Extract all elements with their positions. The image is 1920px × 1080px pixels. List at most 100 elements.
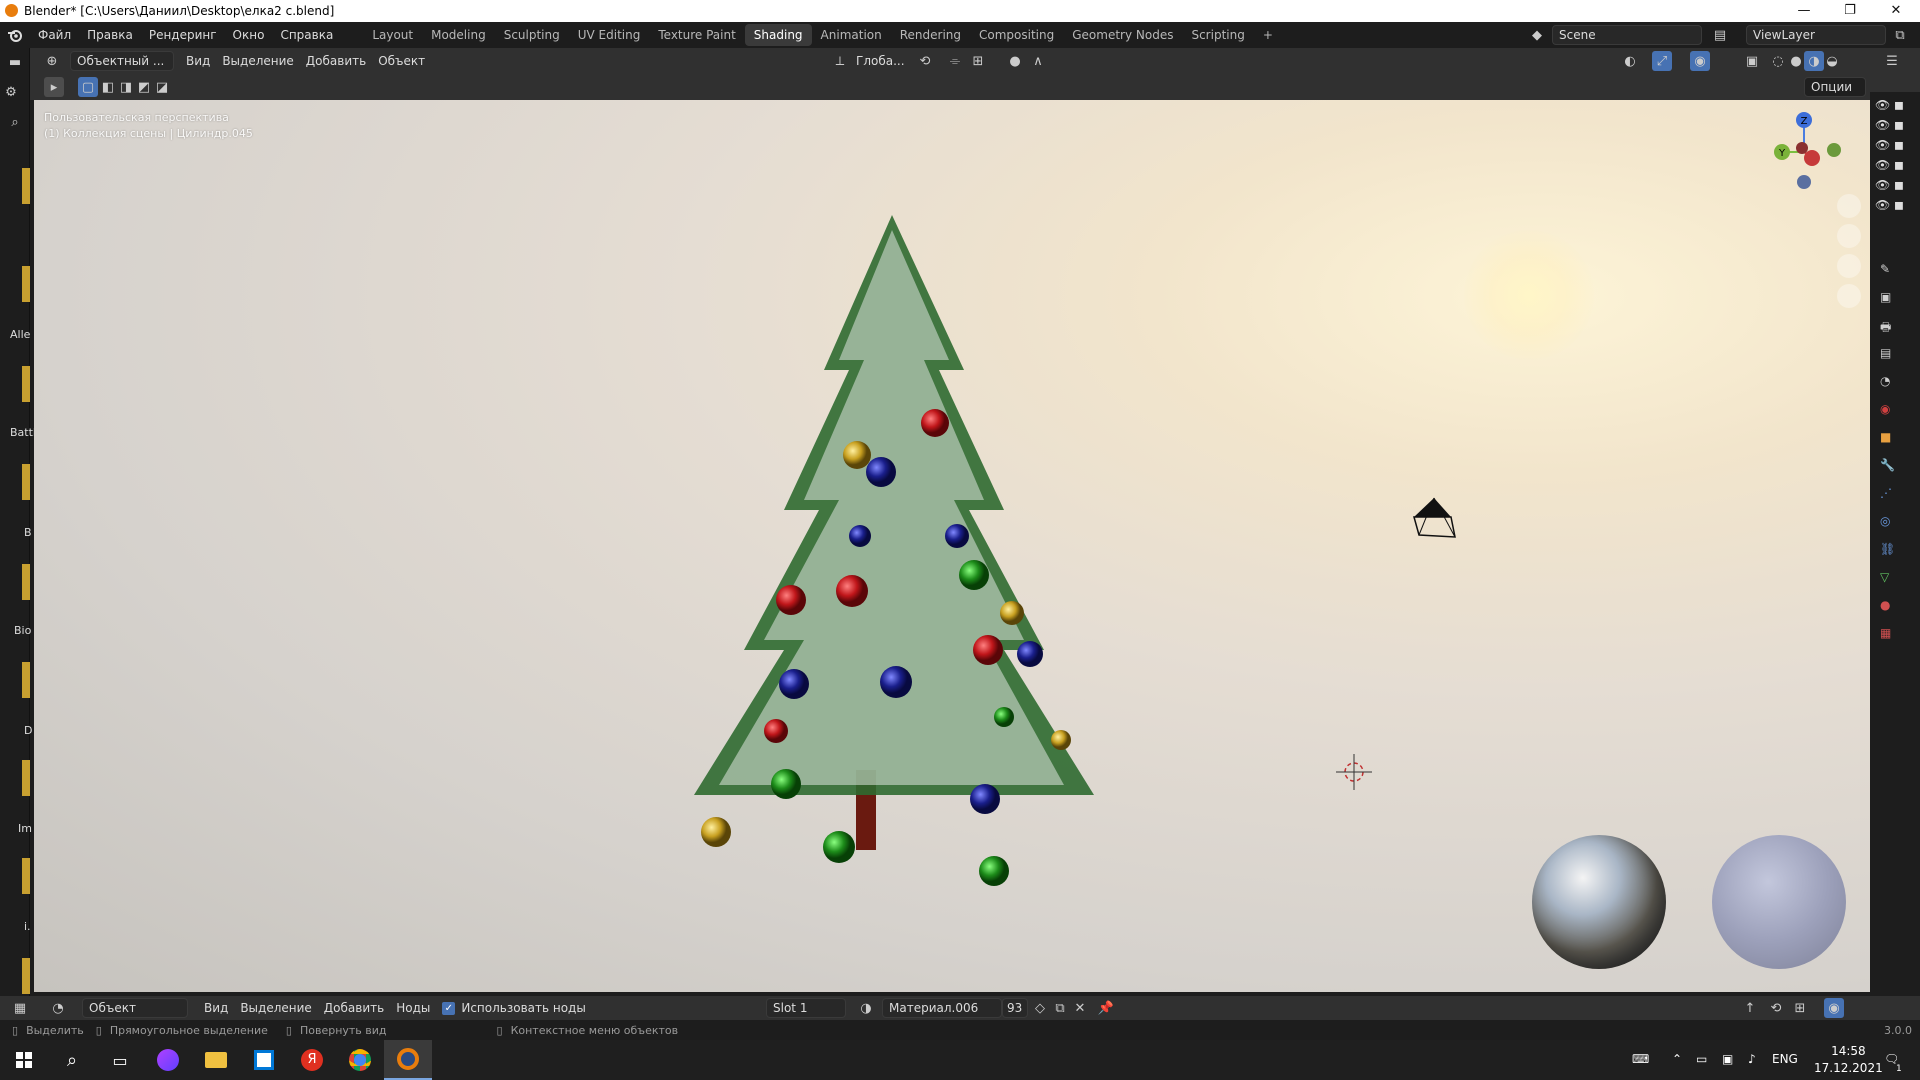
menu-help[interactable]: Справка — [272, 24, 341, 46]
layer-copy-icon[interactable]: ⧉ — [1890, 25, 1910, 45]
use-nodes-checkbox[interactable]: ✓ — [442, 1001, 456, 1015]
thumbnail-1[interactable] — [22, 168, 30, 204]
editor-toggle-icon[interactable]: ☰ — [1882, 51, 1902, 71]
tab-uv-editing[interactable]: UV Editing — [569, 24, 650, 46]
select-tool-icon[interactable]: ▸ — [44, 77, 64, 97]
pin-icon[interactable]: 📌 — [1096, 998, 1116, 1018]
menu-render[interactable]: Рендеринг — [141, 24, 225, 46]
shader-editor-type-icon[interactable]: ▦ — [10, 998, 30, 1018]
scene-icon[interactable]: ◆ — [1526, 25, 1548, 45]
search-icon[interactable]: ⌕ — [5, 112, 25, 132]
perspective-toggle-icon[interactable] — [1837, 284, 1861, 308]
material-tab-icon[interactable]: ● — [1880, 598, 1910, 626]
visibility-icon[interactable]: ◐ — [1620, 51, 1640, 71]
slot-selector[interactable]: Slot 1 — [766, 998, 846, 1018]
modifier-tab-icon[interactable]: 🔧 — [1880, 458, 1910, 486]
christmas-tree[interactable] — [634, 210, 1094, 930]
tab-animation[interactable]: Animation — [812, 24, 891, 46]
blender-menu-icon[interactable] — [0, 27, 30, 43]
settings-icon[interactable]: ⚙ — [1, 82, 21, 102]
yandex-browser-icon[interactable]: Я — [288, 1040, 336, 1080]
thumbnail-6[interactable] — [22, 662, 30, 698]
particles-tab-icon[interactable]: ⋰ — [1880, 486, 1910, 514]
node-snap-target-icon[interactable]: ⊞ — [1790, 998, 1810, 1018]
scene-selector[interactable]: Scene — [1552, 25, 1702, 45]
shader-menu-view[interactable]: Вид — [198, 998, 234, 1018]
windows-start-icon[interactable] — [0, 1040, 48, 1080]
rendered-shading-icon[interactable]: ◒ — [1822, 51, 1842, 71]
render-tab-icon[interactable]: ▣ — [1880, 290, 1910, 318]
world-tab-icon[interactable]: ◉ — [1880, 402, 1910, 430]
mode-selector[interactable]: Объектный ... — [70, 51, 174, 71]
tab-rendering[interactable]: Rendering — [891, 24, 970, 46]
object-tab-icon[interactable]: ■ — [1880, 430, 1910, 458]
constraints-tab-icon[interactable]: ⛓ — [1880, 542, 1910, 570]
display-icon[interactable]: ▣ — [1722, 1052, 1733, 1066]
tray-chevron-icon[interactable]: ⌃ — [1672, 1052, 1682, 1066]
xray-icon[interactable]: ▣ — [1742, 51, 1762, 71]
select-subtract-icon[interactable]: ◨ — [116, 77, 136, 97]
add-workspace-button[interactable]: + — [1254, 24, 1282, 46]
transform-orientation-icon[interactable]: ⟂ — [830, 51, 850, 71]
tab-sculpting[interactable]: Sculpting — [495, 24, 569, 46]
gizmo-toggle-icon[interactable]: ⤢ — [1652, 51, 1672, 71]
3d-viewport[interactable]: Пользовательская перспектива (1) Коллекц… — [34, 100, 1870, 992]
pivot-icon[interactable]: ⟲ — [915, 51, 935, 71]
store-icon[interactable] — [240, 1040, 288, 1080]
node-overlay-icon[interactable]: ◉ — [1824, 998, 1844, 1018]
orientation-selector[interactable]: Глоба... — [850, 51, 911, 71]
parent-node-icon[interactable]: ↑ — [1740, 998, 1760, 1018]
menu-select[interactable]: Выделение — [216, 51, 299, 71]
tab-layout[interactable]: Layout — [363, 24, 422, 46]
fake-user-icon[interactable]: ◇ — [1030, 998, 1050, 1018]
options-dropdown[interactable]: Опции — [1804, 77, 1866, 97]
menu-view[interactable]: Вид — [180, 51, 216, 71]
alice-assistant-icon[interactable] — [144, 1040, 192, 1080]
duplicate-material-icon[interactable]: ⧉ — [1050, 998, 1070, 1018]
view-layer-icon[interactable]: ▤ — [1710, 25, 1730, 45]
material-browse-icon[interactable]: ◑ — [856, 998, 876, 1018]
thumbnail-3[interactable] — [22, 366, 30, 402]
select-intersect-icon[interactable]: ◪ — [152, 77, 172, 97]
3d-cursor-icon[interactable] — [1334, 752, 1374, 792]
material-name-field[interactable]: Материал.006 — [882, 998, 1002, 1018]
shader-menu-nodes[interactable]: Ноды — [390, 998, 436, 1018]
physics-tab-icon[interactable]: ◎ — [1880, 514, 1910, 542]
snap-target-icon[interactable]: ⊞ — [968, 51, 988, 71]
select-invert-icon[interactable]: ◩ — [134, 77, 154, 97]
visibility-eye-icon[interactable]: 👁 ◼ — [1875, 178, 1920, 198]
thumbnail-2[interactable] — [22, 266, 30, 302]
editor-type-icon[interactable]: ⊕ — [42, 51, 62, 71]
thumbnail-8[interactable] — [22, 858, 30, 894]
falloff-icon[interactable]: ∧ — [1028, 51, 1048, 71]
menu-add[interactable]: Добавить — [300, 51, 372, 71]
select-new-icon[interactable]: ▢ — [78, 77, 98, 97]
chrome-icon[interactable] — [336, 1040, 384, 1080]
search-icon[interactable]: ⌕ — [48, 1040, 96, 1080]
zoom-icon[interactable] — [1837, 194, 1861, 218]
wireframe-shading-icon[interactable]: ◌ — [1768, 51, 1788, 71]
shader-menu-add[interactable]: Добавить — [318, 998, 390, 1018]
solid-shading-icon[interactable]: ● — [1786, 51, 1806, 71]
shader-type-icon[interactable]: ◔ — [48, 998, 68, 1018]
blender-taskbar-icon[interactable] — [384, 1040, 432, 1080]
material-shading-icon[interactable]: ◑ — [1804, 51, 1824, 71]
network-icon[interactable]: ▭ — [1696, 1052, 1707, 1066]
thumbnail-9[interactable] — [22, 958, 30, 994]
scene-tab-icon[interactable]: ◔ — [1880, 374, 1910, 402]
output-tab-icon[interactable]: 🖶 — [1880, 318, 1910, 346]
data-tab-icon[interactable]: ▽ — [1880, 570, 1910, 598]
camera-object-icon[interactable] — [1409, 495, 1459, 540]
thumbnail-7[interactable] — [22, 760, 30, 796]
visibility-eye-icon[interactable]: 👁 ◼ — [1875, 98, 1920, 118]
texture-tab-icon[interactable]: ▦ — [1880, 626, 1910, 654]
snap-icon[interactable]: ⌯ — [945, 51, 965, 71]
menu-window[interactable]: Окно — [225, 24, 273, 46]
menu-edit[interactable]: Правка — [79, 24, 141, 46]
select-extend-icon[interactable]: ◧ — [98, 77, 118, 97]
visibility-eye-icon[interactable]: 👁 ◼ — [1875, 138, 1920, 158]
shader-object-selector[interactable]: Объект — [82, 998, 188, 1018]
tool-tab-icon[interactable]: ✎ — [1880, 262, 1910, 290]
thumbnail-5[interactable] — [22, 564, 30, 600]
tab-modeling[interactable]: Modeling — [422, 24, 495, 46]
